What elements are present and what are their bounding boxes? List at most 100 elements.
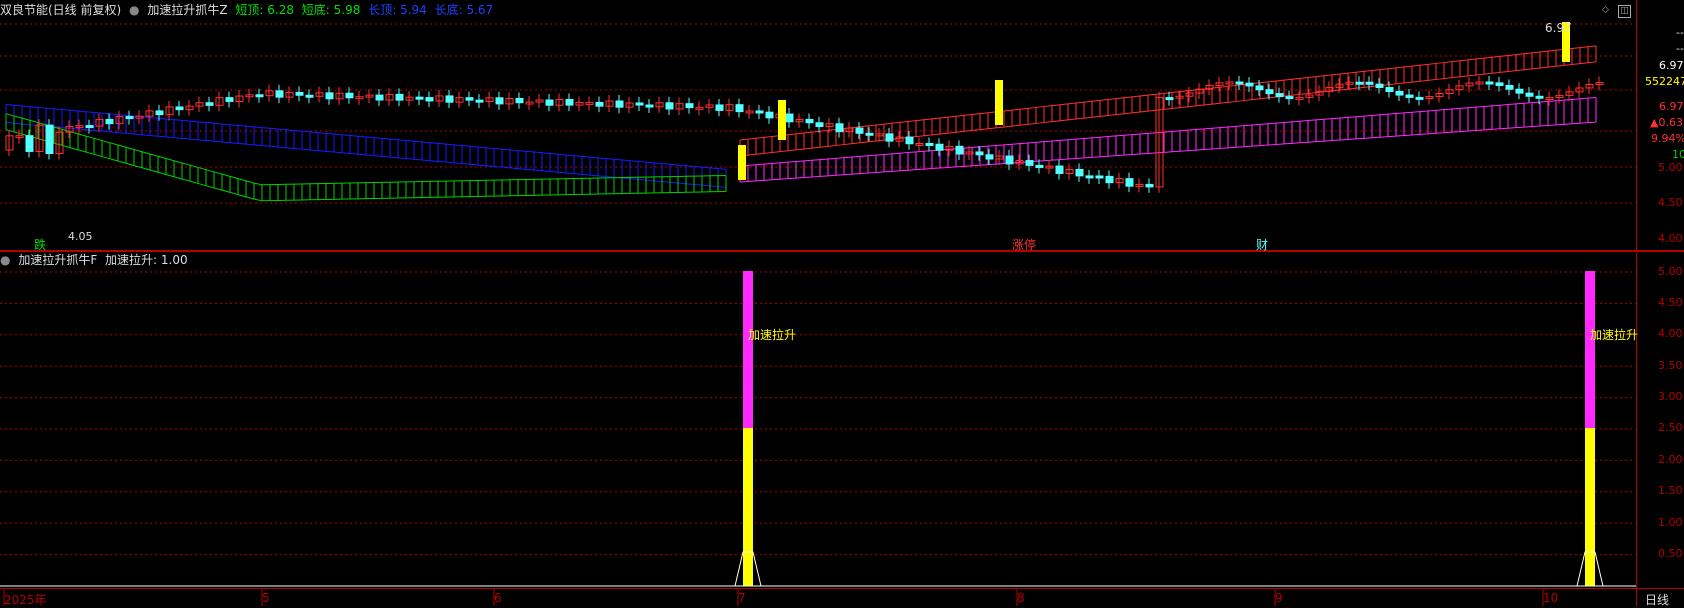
signal-die: 跌 (34, 238, 47, 252)
candle-body (1165, 97, 1174, 101)
candle-body (1035, 164, 1044, 169)
candle-body (375, 94, 384, 101)
candle-body (255, 94, 264, 98)
candle-body (1105, 175, 1114, 184)
candle-body (295, 91, 304, 96)
candle-body (475, 99, 484, 103)
x-axis-label: 5 (262, 591, 270, 605)
candle-body (445, 95, 454, 103)
candle-body (715, 104, 724, 111)
candle-body (1535, 95, 1544, 99)
candle-body (765, 111, 774, 119)
sub-axis-label: 1.50 (1658, 484, 1683, 497)
x-axis-label: 6 (494, 591, 502, 605)
candle-body (1365, 81, 1374, 85)
candle-body (1385, 87, 1394, 92)
candle-body (1375, 83, 1384, 89)
candle-body (975, 151, 984, 156)
x-axis-label: 9 (1275, 591, 1283, 605)
candle-body (1395, 90, 1404, 96)
candle-body (155, 110, 164, 116)
period-button[interactable]: 日线 (1645, 591, 1669, 608)
candle-body (465, 97, 474, 101)
candle-body (855, 127, 864, 134)
sub-axis-label: 0.50 (1658, 547, 1683, 560)
signal-zhangting: 涨停 (1012, 238, 1037, 252)
main-axis-label: 4.00 (1658, 232, 1683, 245)
candle-body (1265, 89, 1274, 95)
info-change: ▲0.63 (1650, 116, 1683, 129)
candle-body (1055, 165, 1064, 174)
candle-body (175, 106, 184, 111)
candle-body (1505, 84, 1514, 90)
candle-body (935, 143, 944, 151)
info-dash-2: -- (1676, 42, 1684, 55)
candle-body (305, 94, 314, 98)
candle-body (205, 102, 214, 106)
candle-body (85, 125, 94, 129)
sub-axis-label: 4.00 (1658, 327, 1683, 340)
candle-body (545, 99, 554, 106)
candle-body (415, 96, 424, 100)
sub-axis-label: 4.50 (1658, 296, 1683, 309)
signal-cai: 财 (1256, 238, 1269, 252)
x-axis-label: 7 (738, 591, 746, 605)
candle-body (1025, 160, 1034, 166)
limit-up-candle (738, 145, 746, 180)
candle-body (635, 102, 644, 106)
candle-body (425, 97, 434, 102)
info-price: 6.97 (1659, 59, 1684, 72)
candle-body (1095, 175, 1104, 179)
chart-window: 双良节能(日线 前复权) ● 加速拉升抓牛Z 短顶: 6.28 短底: 5.98… (0, 0, 1684, 608)
candle-body (925, 142, 934, 146)
surge-label-2: 加速拉升 (1590, 328, 1639, 342)
candle-body (785, 113, 794, 123)
sub-axis-label: 3.00 (1658, 390, 1683, 403)
limit-up-candle (995, 80, 1003, 125)
x-axis-label: 8 (1017, 591, 1025, 605)
sub-axis-label: 3.50 (1658, 359, 1683, 372)
candle-body (515, 97, 524, 104)
candlestick-chart[interactable] (0, 0, 1684, 606)
candle-body (755, 110, 764, 114)
sub-axis-label: 1.00 (1658, 516, 1683, 529)
candle-body (595, 101, 604, 107)
candle-body (865, 132, 874, 136)
candle-body (25, 135, 34, 152)
candle-body (1495, 82, 1504, 86)
surge-label-1: 加速拉升 (748, 328, 797, 342)
surge-bar-bottom (1585, 428, 1595, 586)
candle-body (905, 136, 914, 145)
candle-body (1405, 94, 1414, 98)
x-axis-label: 2025年 (4, 593, 47, 607)
candle-body (985, 154, 994, 160)
x-axis-label: 10 (1543, 591, 1559, 605)
info-pct: 9.94% (1651, 132, 1684, 145)
candle-body (1125, 178, 1134, 187)
candle-body (955, 145, 964, 155)
candle-body (395, 93, 404, 101)
candle-body (835, 123, 844, 133)
candle-body (45, 124, 54, 155)
candle-body (1005, 155, 1014, 165)
candle-body (615, 100, 624, 108)
candle-body (1145, 183, 1154, 188)
candle-body (325, 92, 334, 100)
surge-bar-top (1585, 271, 1595, 428)
info-volume: 552247 (1645, 75, 1684, 88)
info-ten: 10 (1672, 148, 1684, 161)
candle-body (1285, 96, 1294, 100)
high-price-label: 6.97 (1545, 21, 1572, 35)
candle-body (345, 92, 354, 99)
candle-body (645, 104, 654, 108)
surge-bar-bottom (743, 428, 753, 586)
candle-body (815, 122, 824, 128)
candle-body (105, 118, 114, 125)
candle-body (1255, 85, 1264, 91)
candle-body (495, 97, 504, 105)
candle-body (1525, 92, 1534, 97)
candle-body (735, 104, 744, 113)
candle-body (1235, 81, 1244, 85)
main-axis-label: 4.50 (1658, 196, 1683, 209)
info-dash-1: -- (1676, 26, 1684, 39)
